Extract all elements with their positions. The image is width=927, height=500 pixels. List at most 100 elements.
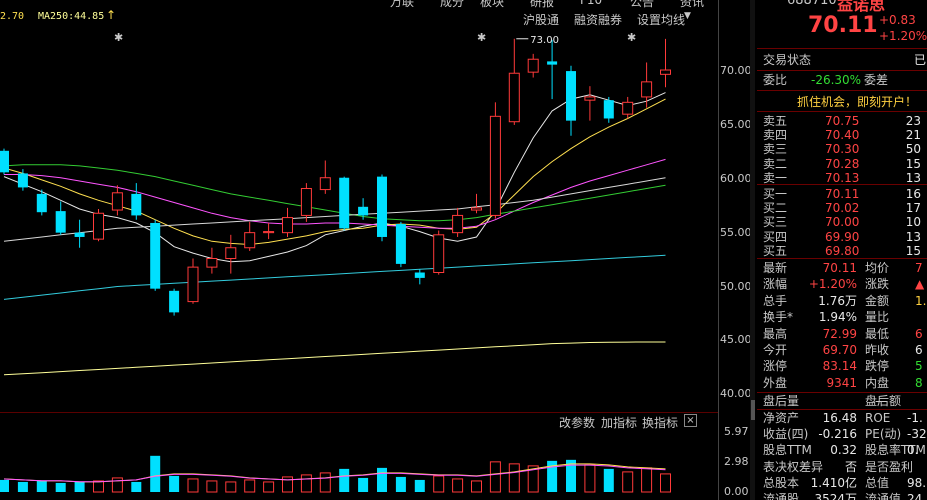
stat-label: 涨跌 <box>865 277 890 292</box>
event-marker-icon: ✱ <box>477 31 486 44</box>
volume-bar <box>377 467 387 492</box>
volume-bar <box>660 473 671 493</box>
volume-bar <box>55 482 66 492</box>
volume-bar <box>111 477 123 493</box>
change-params-button[interactable]: 改参数 <box>559 414 595 431</box>
candle-body <box>377 176 387 237</box>
stat-label: 换手* <box>763 310 794 325</box>
candle-body <box>111 192 123 211</box>
scrollbar-thumb[interactable] <box>751 400 755 420</box>
candle-body <box>641 81 653 98</box>
close-icon[interactable]: × <box>684 414 697 427</box>
switch-indicator-button[interactable]: 换指标 <box>642 414 678 431</box>
ma-line <box>3 341 666 376</box>
trade-status-label: 交易状态 <box>763 53 812 67</box>
price-tick-label: 70.00 <box>720 64 752 78</box>
candle-body <box>566 71 576 121</box>
buy-order-row[interactable]: 买五 69.80 15 <box>757 243 927 259</box>
stat-label: 涨幅 <box>763 277 788 292</box>
fundamental-row: 收益(四) -0.216 PE(动) -32 <box>757 426 927 442</box>
candle-body <box>358 206 369 216</box>
stat-label: 最低 <box>865 326 890 341</box>
volume-bar <box>319 472 331 493</box>
candle-body <box>339 177 350 229</box>
price-tick-label: 55.00 <box>720 225 752 239</box>
stat-value: 9341 <box>826 375 857 390</box>
fundamental-label: 总值 <box>865 475 890 490</box>
stats-row: 涨幅 +1.20% 涨跌 ▲ <box>757 276 927 292</box>
volume-bar <box>263 481 275 493</box>
stats-row: 外盘 9341 内盘 8 <box>757 375 927 391</box>
stat-label: 昨收 <box>865 343 890 357</box>
candle-body <box>414 272 425 278</box>
volume-bar <box>17 481 28 492</box>
candle-body <box>660 69 671 75</box>
candle-body <box>150 222 161 289</box>
fundamental-value: 3524万 <box>814 492 857 500</box>
fundamental-row: 股息TTM 0.32 股息率TTM 0. <box>757 442 927 458</box>
candle-body <box>527 58 539 73</box>
add-indicator-button[interactable]: 加指标 <box>601 414 637 431</box>
stat-label: 最高 <box>763 326 788 341</box>
volume-tick-label: 0.00 <box>724 485 749 498</box>
volume-bar <box>471 480 482 493</box>
fundamental-label: 股息TTM <box>763 443 812 458</box>
volume-bar <box>452 478 464 493</box>
stat-value: 6 <box>915 343 923 357</box>
divider <box>757 48 927 49</box>
fundamental-label: 总股本 <box>763 475 800 490</box>
fundamental-row: 净资产 16.48 ROE -1. <box>757 410 927 426</box>
candle-body <box>584 96 596 101</box>
stat-label: 量比 <box>865 310 890 325</box>
stat-value: 6 <box>915 326 923 341</box>
stats-row: 最新 70.11 均价 7 <box>757 260 927 276</box>
stat-label: 涨停 <box>763 359 788 374</box>
volume-bar <box>93 480 104 493</box>
volume-bar <box>0 479 9 492</box>
candle-body <box>508 72 520 123</box>
stat-value: 69.70 <box>822 343 857 357</box>
volume-bar <box>508 463 520 493</box>
trade-status-value: 已 <box>914 53 927 67</box>
peak-annotation-label: 73.00 <box>530 35 559 46</box>
stats-row: 总手 1.76万 金额 1. <box>757 293 927 309</box>
fundamental-row: 总股本 1.410亿总值 98.8 <box>757 475 927 491</box>
volume-bar <box>206 480 218 493</box>
stat-label: 总手 <box>763 293 788 308</box>
stat-value: 72.99 <box>822 326 857 341</box>
stat-value: 1.94% <box>818 310 857 325</box>
candle-body <box>622 101 634 115</box>
candle-body <box>452 214 464 234</box>
buy-order-price: 69.80 <box>825 243 860 258</box>
fundamental-label: 流通值 <box>865 492 902 500</box>
fundamental-label: 流通股 <box>763 492 800 500</box>
volume-bar <box>36 480 47 492</box>
volume-bar <box>603 468 614 492</box>
stat-value: 1.76万 <box>818 293 857 308</box>
candle-body <box>187 266 199 303</box>
open-account-banner[interactable]: 抓住机会，即刻开户！ <box>797 93 917 110</box>
candle-body <box>433 234 445 274</box>
price-tick-label: 50.00 <box>720 279 752 293</box>
kline-chart-area[interactable]: 万联 成分 板块 研报 F10 公告 资讯 2.70 MA250:44.85 ↑ 沪股通 融… <box>0 0 755 500</box>
after-hours-row: 盘后量 — 盘后额 <box>757 393 927 409</box>
vertical-scrollbar[interactable] <box>750 0 755 500</box>
candle-body <box>169 290 180 313</box>
candle-body <box>74 232 85 237</box>
stats-row: 换手* 1.94% 量比 <box>757 309 927 325</box>
quote-header: 688710 益诺思 70.11 +0.83 +1.20% <box>757 0 927 48</box>
price-tick-label: 60.00 <box>720 171 752 185</box>
candle-body <box>263 231 275 234</box>
fundamental-value: 否 <box>844 459 857 474</box>
stat-value: 7 <box>915 261 923 275</box>
volume-bar <box>584 464 596 493</box>
axis-divider <box>718 0 719 500</box>
stock-code: 688710 <box>787 0 837 8</box>
stat-value: 83.14 <box>822 359 857 374</box>
stats-row: 涨停 83.14 跌停 5 <box>757 358 927 374</box>
fundamental-label: 表决权差异 <box>763 459 824 474</box>
fundamental-label: 收益(四) <box>763 427 809 442</box>
candle-body <box>300 187 312 216</box>
fundamental-value: 16.48 <box>822 411 857 425</box>
candle-body <box>0 150 9 173</box>
